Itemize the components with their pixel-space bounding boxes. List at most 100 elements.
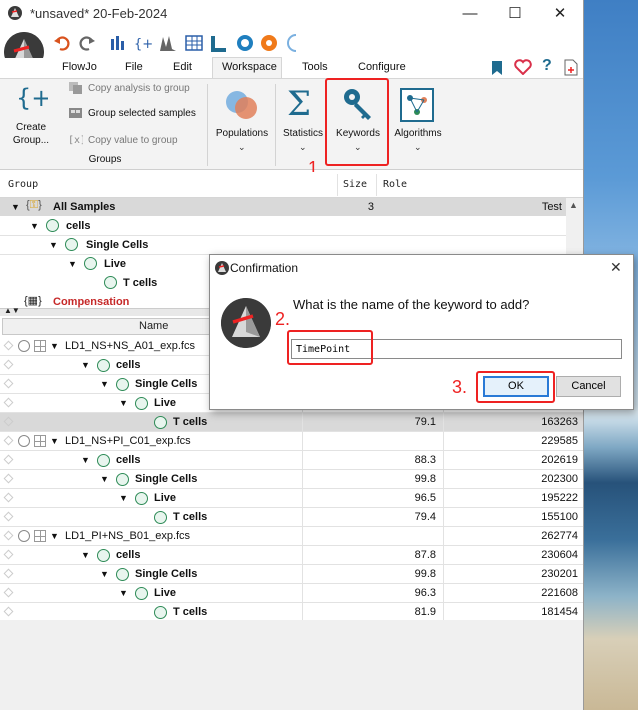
population-icon: [135, 587, 148, 600]
create-group-button[interactable]: {+} Create Group...: [8, 80, 54, 150]
column-divider: [302, 546, 303, 565]
expand-triangle-icon[interactable]: ▼: [100, 569, 109, 579]
count-value: 229585: [541, 435, 578, 447]
annotation-box-input: [287, 330, 373, 365]
group-column-header[interactable]: Group: [8, 179, 38, 190]
count-value: 230604: [541, 549, 578, 561]
table-icon[interactable]: [184, 33, 204, 53]
populations-button[interactable]: Populations ⌄: [212, 82, 272, 156]
expand-triangle-icon[interactable]: ▼: [100, 474, 109, 484]
heart-icon[interactable]: [514, 59, 532, 75]
sun-icon[interactable]: [259, 33, 279, 53]
bracket-icon[interactable]: {+}: [133, 33, 153, 53]
tab-tools[interactable]: Tools: [302, 61, 328, 73]
svg-text:{+}: {+}: [16, 84, 48, 112]
group-size: 3: [367, 201, 374, 213]
group-selected-samples-button[interactable]: Group selected samples: [88, 108, 196, 119]
expand-triangle-icon[interactable]: ▼: [81, 455, 90, 465]
column-divider: [376, 174, 377, 196]
minimize-button[interactable]: —: [450, 2, 490, 26]
copy-value-to-group-button[interactable]: Copy value to group: [88, 135, 178, 146]
column-divider: [302, 584, 303, 603]
expand-triangle-icon[interactable]: ▼: [49, 240, 58, 250]
chart-icon[interactable]: [158, 33, 178, 53]
size-column-header[interactable]: Size: [343, 179, 367, 190]
count-value: 195222: [541, 492, 578, 504]
group-label: All Samples: [53, 201, 116, 213]
cancel-button[interactable]: Cancel: [556, 376, 621, 397]
tab-edit[interactable]: Edit: [173, 61, 192, 73]
name-column-header[interactable]: Name: [139, 320, 168, 332]
expand-triangle-icon[interactable]: ▼: [119, 493, 128, 503]
group-row-cells[interactable]: cells: [66, 220, 90, 232]
statistics-button[interactable]: Σ Statistics ⌄: [280, 82, 326, 156]
sample-name: LD1_NS+NS_A01_exp.fcs: [65, 340, 195, 352]
column-divider: [302, 527, 303, 546]
population-icon: [116, 473, 129, 486]
maximize-button[interactable]: ☐: [495, 2, 535, 26]
tab-file[interactable]: File: [125, 61, 143, 73]
compensation-icon[interactable]: [108, 33, 128, 53]
column-divider: [302, 508, 303, 527]
scroll-up-icon[interactable]: ▲: [569, 200, 578, 210]
population-name: Live: [154, 492, 177, 504]
expand-triangle-icon[interactable]: ▼: [119, 398, 128, 408]
layout-icon[interactable]: [209, 33, 229, 53]
empty-area: [0, 620, 583, 710]
population-icon: [154, 416, 167, 429]
population-icon: [104, 276, 117, 289]
population-icon: [154, 606, 167, 619]
population-icon: [97, 454, 110, 467]
splitter-arrows-icon[interactable]: ▲▼: [4, 306, 20, 315]
expand-triangle-icon[interactable]: ▼: [50, 436, 59, 446]
expand-triangle-icon[interactable]: ▼: [50, 341, 59, 351]
population-icon: [65, 238, 78, 251]
tab-configure[interactable]: Configure: [358, 61, 406, 73]
expand-triangle-icon[interactable]: ▼: [30, 221, 39, 231]
tab-flowjo[interactable]: FlowJo: [62, 61, 97, 73]
populations-label: Populations: [215, 128, 269, 139]
group-row-t-cells[interactable]: T cells: [123, 277, 157, 289]
gauge-icon[interactable]: [235, 33, 255, 53]
help-icon[interactable]: ?: [542, 57, 552, 75]
algorithms-button[interactable]: Algorithms ⌄: [390, 82, 446, 156]
role-column-header[interactable]: Role: [383, 179, 407, 190]
column-divider: [302, 565, 303, 584]
select-radio[interactable]: [18, 435, 30, 447]
group-row-single-cells[interactable]: Single Cells: [86, 239, 148, 251]
tab-workspace[interactable]: Workspace: [222, 61, 277, 73]
title-bar: *unsaved* 20-Feb-2024 — ☐ ✕: [0, 0, 583, 28]
expand-triangle-icon[interactable]: ▼: [119, 588, 128, 598]
dialog-close-button[interactable]: ✕: [610, 259, 622, 276]
expand-triangle-icon[interactable]: ▼: [100, 379, 109, 389]
close-window-button[interactable]: ✕: [540, 2, 580, 26]
group-samples-icon: [69, 108, 82, 118]
bookmark-icon[interactable]: [491, 60, 503, 76]
redo-icon[interactable]: [77, 33, 97, 53]
expand-triangle-icon[interactable]: ▼: [68, 259, 77, 269]
expand-triangle-icon[interactable]: ▼: [81, 360, 90, 370]
column-divider: [337, 174, 338, 196]
expand-triangle-icon[interactable]: ▼: [81, 550, 90, 560]
new-document-icon[interactable]: [564, 59, 578, 76]
column-divider: [443, 546, 444, 565]
table-icon: [34, 340, 46, 352]
select-radio[interactable]: [18, 340, 30, 352]
copy-analysis-to-group-button[interactable]: Copy analysis to group: [88, 83, 190, 94]
copy-value-icon: [x]: [68, 135, 83, 146]
expand-triangle-icon[interactable]: ▼: [50, 531, 59, 541]
crescent-icon[interactable]: [283, 33, 303, 53]
count-value: 202300: [541, 473, 578, 485]
table-icon: [34, 435, 46, 447]
column-divider: [302, 451, 303, 470]
freq-of-parent-value: 88.3: [414, 454, 436, 466]
group-row-live[interactable]: Live: [104, 258, 126, 270]
freq-of-parent-value: 79.4: [414, 511, 436, 523]
expand-triangle-icon[interactable]: ▼: [11, 202, 20, 212]
undo-icon[interactable]: [52, 33, 72, 53]
groups-table-header: [0, 172, 583, 198]
column-divider: [443, 508, 444, 527]
select-radio[interactable]: [18, 530, 30, 542]
group-row-compensation[interactable]: Compensation: [53, 296, 129, 308]
chevron-down-icon: ⌄: [238, 142, 246, 152]
